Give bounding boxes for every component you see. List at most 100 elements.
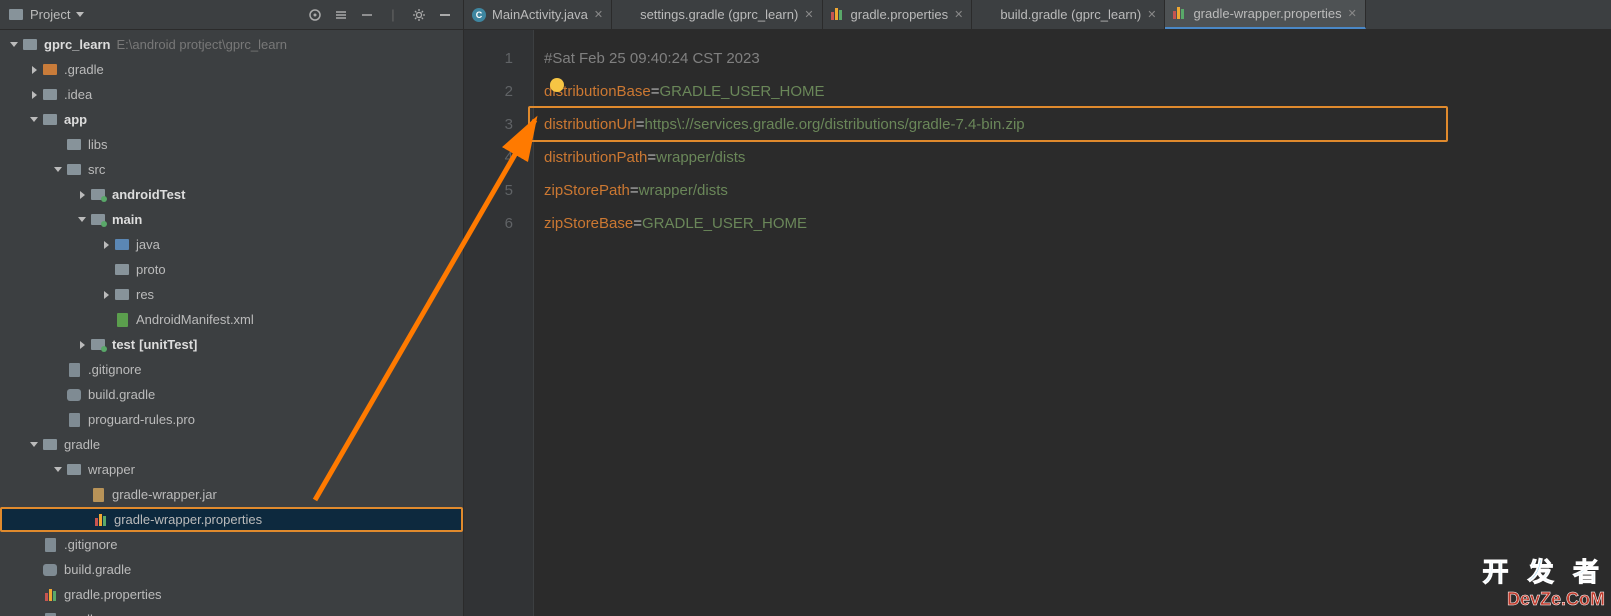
jar-icon [90, 487, 106, 503]
tree-item-gradlew[interactable]: gradlew [0, 607, 463, 616]
line-number: 6 [464, 207, 513, 240]
chevron-down-icon[interactable] [76, 217, 88, 222]
tree-item-build-gradle-app[interactable]: build.gradle [0, 382, 463, 407]
folder-icon [114, 262, 130, 278]
close-icon[interactable]: ✕ [954, 8, 963, 21]
chevron-down-icon[interactable] [52, 167, 64, 172]
tree-item-gitignore-root[interactable]: .gitignore [0, 532, 463, 557]
chevron-down-icon[interactable] [8, 42, 20, 47]
chevron-right-icon[interactable] [76, 191, 88, 199]
tree-item-proguard[interactable]: proguard-rules.pro [0, 407, 463, 432]
test-folder-icon [90, 337, 106, 353]
chevron-down-icon[interactable] [28, 117, 40, 122]
close-icon[interactable]: ✕ [1147, 8, 1156, 21]
tree-item-libs[interactable]: libs [0, 132, 463, 157]
file-icon [42, 537, 58, 553]
line-number: 2 [464, 75, 513, 108]
chevron-down-icon[interactable] [28, 442, 40, 447]
tree-item-gitignore-app[interactable]: .gitignore [0, 357, 463, 382]
tree-item-gradle-cache[interactable]: .gradle [0, 57, 463, 82]
tree-item-main[interactable]: main [0, 207, 463, 232]
java-class-icon: C [472, 8, 486, 22]
folder-icon [42, 87, 58, 103]
tree-item-gradle-properties[interactable]: gradle.properties [0, 582, 463, 607]
tab-mainactivity[interactable]: CMainActivity.java✕ [464, 0, 612, 29]
chevron-right-icon[interactable] [28, 91, 40, 99]
tree-item-wrapper-dir[interactable]: wrapper [0, 457, 463, 482]
tree-item-java[interactable]: java [0, 232, 463, 257]
sidebar-header: Project | [0, 0, 463, 30]
prop-value: wrapper/dists [639, 182, 728, 199]
chevron-right-icon[interactable] [100, 241, 112, 249]
module-icon [22, 37, 38, 53]
project-tree[interactable]: gprc_learn E:\android protject\gprc_lear… [0, 30, 463, 616]
tree-item-manifest[interactable]: AndroidManifest.xml [0, 307, 463, 332]
gradle-icon [66, 387, 82, 403]
chevron-right-icon[interactable] [100, 291, 112, 299]
code-area[interactable]: 1 2 3 4 5 6 #Sat Feb 25 09:40:24 CST 202… [464, 30, 1611, 616]
prop-key: distributionPath [544, 149, 647, 166]
folder-icon [42, 437, 58, 453]
tab-build-gradle[interactable]: build.gradle (gprc_learn)✕ [972, 0, 1165, 29]
chevron-right-icon[interactable] [28, 66, 40, 74]
res-folder-icon [114, 287, 130, 303]
tab-wrapper-properties[interactable]: gradle-wrapper.properties✕ [1165, 0, 1365, 29]
divider-icon: | [383, 5, 403, 25]
tree-root[interactable]: gprc_learn E:\android protject\gprc_lear… [0, 32, 463, 57]
code-comment: #Sat Feb 25 09:40:24 CST 2023 [544, 50, 760, 67]
tree-item-res[interactable]: res [0, 282, 463, 307]
project-sidebar: Project | gprc_learn E:\android protject… [0, 0, 464, 616]
close-icon[interactable]: ✕ [804, 8, 813, 21]
gradle-icon [980, 8, 994, 22]
tree-item-gradle-dir[interactable]: gradle [0, 432, 463, 457]
tree-item-wrapper-jar[interactable]: gradle-wrapper.jar [0, 482, 463, 507]
prop-value: wrapper/dists [656, 149, 745, 166]
code-body[interactable]: #Sat Feb 25 09:40:24 CST 2023 distributi… [534, 30, 1611, 616]
close-icon[interactable]: ✕ [1348, 7, 1357, 20]
hide-icon[interactable] [435, 5, 455, 25]
gear-icon[interactable] [409, 5, 429, 25]
folder-icon [42, 62, 58, 78]
folder-icon [66, 462, 82, 478]
gradle-icon [620, 8, 634, 22]
manifest-icon [114, 312, 130, 328]
tree-item-wrapper-properties[interactable]: gradle-wrapper.properties [0, 507, 463, 532]
tree-item-proto[interactable]: proto [0, 257, 463, 282]
tree-item-test[interactable]: test[unitTest] [0, 332, 463, 357]
chevron-right-icon[interactable] [76, 341, 88, 349]
close-icon[interactable]: ✕ [594, 8, 603, 21]
locate-icon[interactable] [305, 5, 325, 25]
tree-item-idea[interactable]: .idea [0, 82, 463, 107]
tree-root-label: gprc_learn [44, 37, 110, 52]
file-icon [42, 612, 58, 616]
editor-pane: CMainActivity.java✕ settings.gradle (gpr… [464, 0, 1611, 616]
prop-value: GRADLE_USER_HOME [660, 83, 825, 100]
properties-icon [831, 8, 845, 22]
expand-all-icon[interactable] [331, 5, 351, 25]
project-view-dropdown[interactable]: Project [30, 7, 70, 22]
line-number: 3 [464, 108, 513, 141]
tree-item-app[interactable]: app [0, 107, 463, 132]
folder-icon [66, 162, 82, 178]
chevron-down-icon[interactable] [52, 467, 64, 472]
properties-icon [92, 512, 108, 528]
properties-icon [42, 587, 58, 603]
line-number: 5 [464, 174, 513, 207]
collapse-all-icon[interactable] [357, 5, 377, 25]
gradle-icon [42, 562, 58, 578]
test-folder-icon [90, 187, 106, 203]
intention-bulb-icon[interactable] [550, 78, 564, 92]
pkg-folder-icon [114, 237, 130, 253]
line-number: 4 [464, 141, 513, 174]
tree-item-androidtest[interactable]: androidTest [0, 182, 463, 207]
prop-value: GRADLE_USER_HOME [642, 215, 807, 232]
tree-item-build-gradle-root[interactable]: build.gradle [0, 557, 463, 582]
tree-item-src[interactable]: src [0, 157, 463, 182]
project-icon [8, 7, 24, 23]
line-number: 1 [464, 42, 513, 75]
properties-icon [1173, 7, 1187, 21]
chevron-down-icon[interactable] [76, 12, 84, 17]
tab-settings-gradle[interactable]: settings.gradle (gprc_learn)✕ [612, 0, 822, 29]
file-icon [66, 362, 82, 378]
tab-gradle-properties[interactable]: gradle.properties✕ [823, 0, 973, 29]
